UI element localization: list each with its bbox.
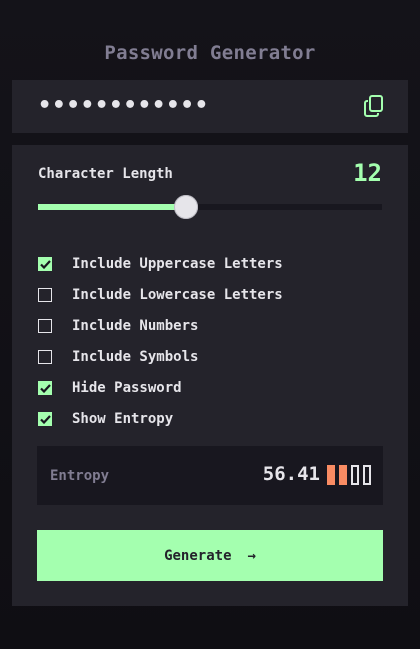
entropy-box: Entropy 56.41 bbox=[37, 446, 383, 505]
option-row[interactable]: Include Symbols bbox=[38, 341, 382, 372]
strength-bar-filled bbox=[339, 465, 347, 485]
strength-bar-empty bbox=[363, 465, 371, 485]
entropy-value: 56.41 bbox=[262, 463, 320, 485]
check-icon bbox=[40, 259, 51, 269]
password-generator-app: Password Generator •••••••••••• Characte… bbox=[0, 0, 420, 649]
generate-button[interactable]: Generate → bbox=[37, 530, 383, 581]
entropy-label: Entropy bbox=[50, 468, 110, 484]
option-label: Include Symbols bbox=[72, 348, 199, 365]
checkbox-checked[interactable] bbox=[38, 380, 52, 395]
option-row[interactable]: Show Entropy bbox=[38, 403, 382, 434]
options-list: Include Uppercase Letters Include Lowerca… bbox=[38, 248, 382, 434]
option-row[interactable]: Include Numbers bbox=[38, 310, 382, 341]
strength-bar-filled bbox=[327, 465, 335, 485]
option-label: Include Lowercase Letters bbox=[72, 286, 283, 303]
slider-thumb[interactable] bbox=[173, 195, 198, 219]
option-label: Include Numbers bbox=[72, 317, 199, 334]
password-output: •••••••••••• bbox=[12, 80, 408, 133]
check-icon bbox=[40, 383, 51, 393]
length-slider[interactable] bbox=[38, 195, 382, 219]
strength-bar-empty bbox=[351, 465, 359, 485]
length-value: 12 bbox=[353, 159, 382, 187]
option-label: Hide Password bbox=[72, 379, 182, 396]
checkbox-checked[interactable] bbox=[38, 256, 52, 271]
length-label: Character Length bbox=[38, 166, 173, 182]
checkbox-checked[interactable] bbox=[38, 411, 52, 426]
generate-label: Generate bbox=[164, 547, 232, 564]
option-label: Include Uppercase Letters bbox=[72, 255, 283, 272]
strength-bars bbox=[327, 465, 371, 485]
option-row[interactable]: Include Uppercase Letters bbox=[38, 248, 382, 279]
copy-icon bbox=[364, 95, 383, 117]
checkbox-unchecked[interactable] bbox=[38, 318, 52, 333]
page-title: Password Generator bbox=[104, 42, 316, 64]
option-row[interactable]: Hide Password bbox=[38, 372, 382, 403]
option-label: Show Entropy bbox=[72, 410, 174, 427]
checkbox-unchecked[interactable] bbox=[38, 349, 52, 364]
copy-button[interactable] bbox=[364, 95, 384, 117]
option-row[interactable]: Include Lowercase Letters bbox=[38, 279, 382, 310]
checkbox-unchecked[interactable] bbox=[38, 287, 52, 302]
check-icon bbox=[40, 414, 51, 424]
settings-panel: Character Length 12 Include Uppercase Le… bbox=[12, 145, 408, 606]
password-text: •••••••••••• bbox=[38, 93, 209, 118]
slider-fill bbox=[38, 204, 186, 210]
arrow-right-icon: → bbox=[247, 547, 256, 564]
